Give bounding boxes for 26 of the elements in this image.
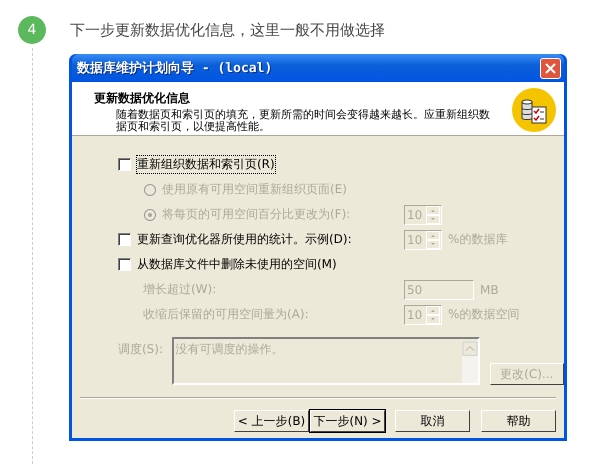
option-label: 更新查询优化器所使用的统计。示例(D): [137,231,352,248]
schedule-label: 调度(S): [118,341,164,358]
wizard-button[interactable]: < 上一步(B) [234,410,309,432]
step-heading: 下一步更新数据优化信息，这里一般不用做选择 [70,20,385,41]
wizard-button[interactable]: 取消 [395,410,470,432]
unit-label: MB [480,282,499,296]
option-label: 从数据库文件中删除未使用的空间(M) [137,256,337,273]
wizard-button[interactable]: 下一步(N) > [310,410,385,432]
schedule-text: 没有可调度的操作。 [176,341,284,358]
option-label: 将每页的可用空间百分比更改为(F): [162,206,350,223]
window-title: 数据库维护计划向导 - (local) [77,60,272,77]
unit-label: %的数据库 [448,231,508,248]
step-number-badge: 4 [18,16,46,44]
option-label: 使用原有可用空间重新组织页面(E) [162,181,347,198]
option-label: 重新组织数据和索引页(R) [137,156,275,173]
close-icon[interactable] [540,58,561,78]
checkbox[interactable] [118,158,131,171]
option-label: 增长超过(W): [143,281,216,298]
database-checklist-icon [512,88,556,132]
page-description: 随着数据页和索引页的填充，更新所需的时间会变得越来越长。应重新组织数据页和索引页，以便提高性能。 [116,109,491,133]
checkbox[interactable] [118,233,131,246]
wizard-button[interactable]: 帮助 [481,410,556,432]
unit-label: %的数据空间 [448,306,520,323]
option-label: 收缩后保留的可用空间量为(A): [143,306,309,323]
checkbox[interactable] [118,258,131,271]
page-title: 更新数据优化信息 [94,90,191,107]
